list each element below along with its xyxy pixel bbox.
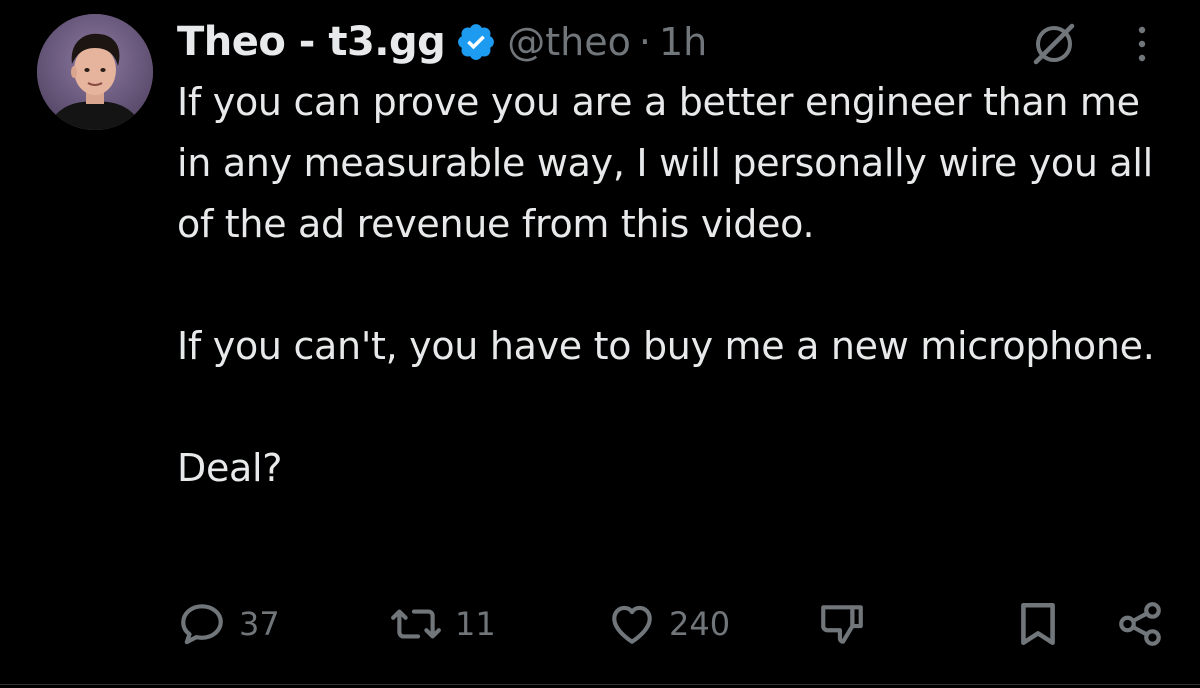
user-handle[interactable]: @theo bbox=[507, 20, 631, 64]
reply-count: 37 bbox=[239, 605, 280, 643]
share-button[interactable] bbox=[1115, 596, 1165, 652]
tweet-paragraph: If you can't, you have to buy me a new m… bbox=[177, 324, 1155, 368]
grok-icon[interactable] bbox=[1028, 18, 1080, 70]
share-icon bbox=[1115, 599, 1165, 649]
bookmark-button[interactable] bbox=[1015, 596, 1061, 652]
dislike-button[interactable] bbox=[817, 596, 867, 652]
tweet-paragraph: Deal? bbox=[177, 446, 283, 490]
thumbs-down-icon bbox=[817, 599, 867, 649]
divider bbox=[0, 684, 1200, 685]
like-button[interactable]: 240 bbox=[607, 596, 730, 652]
retweet-count: 11 bbox=[455, 605, 496, 643]
bookmark-icon bbox=[1015, 599, 1061, 649]
retweet-button[interactable]: 11 bbox=[389, 596, 496, 652]
reply-button[interactable]: 37 bbox=[177, 596, 280, 652]
tweet-header: Theo - t3.gg @theo · 1h bbox=[177, 14, 707, 70]
avatar[interactable] bbox=[37, 14, 153, 130]
separator-dot: · bbox=[638, 20, 651, 64]
like-count: 240 bbox=[669, 605, 731, 643]
reply-icon bbox=[177, 599, 227, 649]
tweet-text: If you can prove you are a better engine… bbox=[177, 72, 1177, 499]
heart-icon bbox=[607, 599, 657, 649]
more-vertical-icon[interactable] bbox=[1124, 18, 1160, 70]
tweet-paragraph: If you can prove you are a better engine… bbox=[177, 80, 1153, 246]
display-name[interactable]: Theo - t3.gg bbox=[177, 19, 446, 65]
timestamp[interactable]: 1h bbox=[659, 20, 707, 64]
action-bar: 37 11 240 bbox=[177, 596, 1167, 652]
retweet-icon bbox=[389, 599, 443, 649]
verified-badge-icon bbox=[455, 21, 497, 63]
tweet: Theo - t3.gg @theo · 1h If you can prove… bbox=[0, 0, 1200, 688]
